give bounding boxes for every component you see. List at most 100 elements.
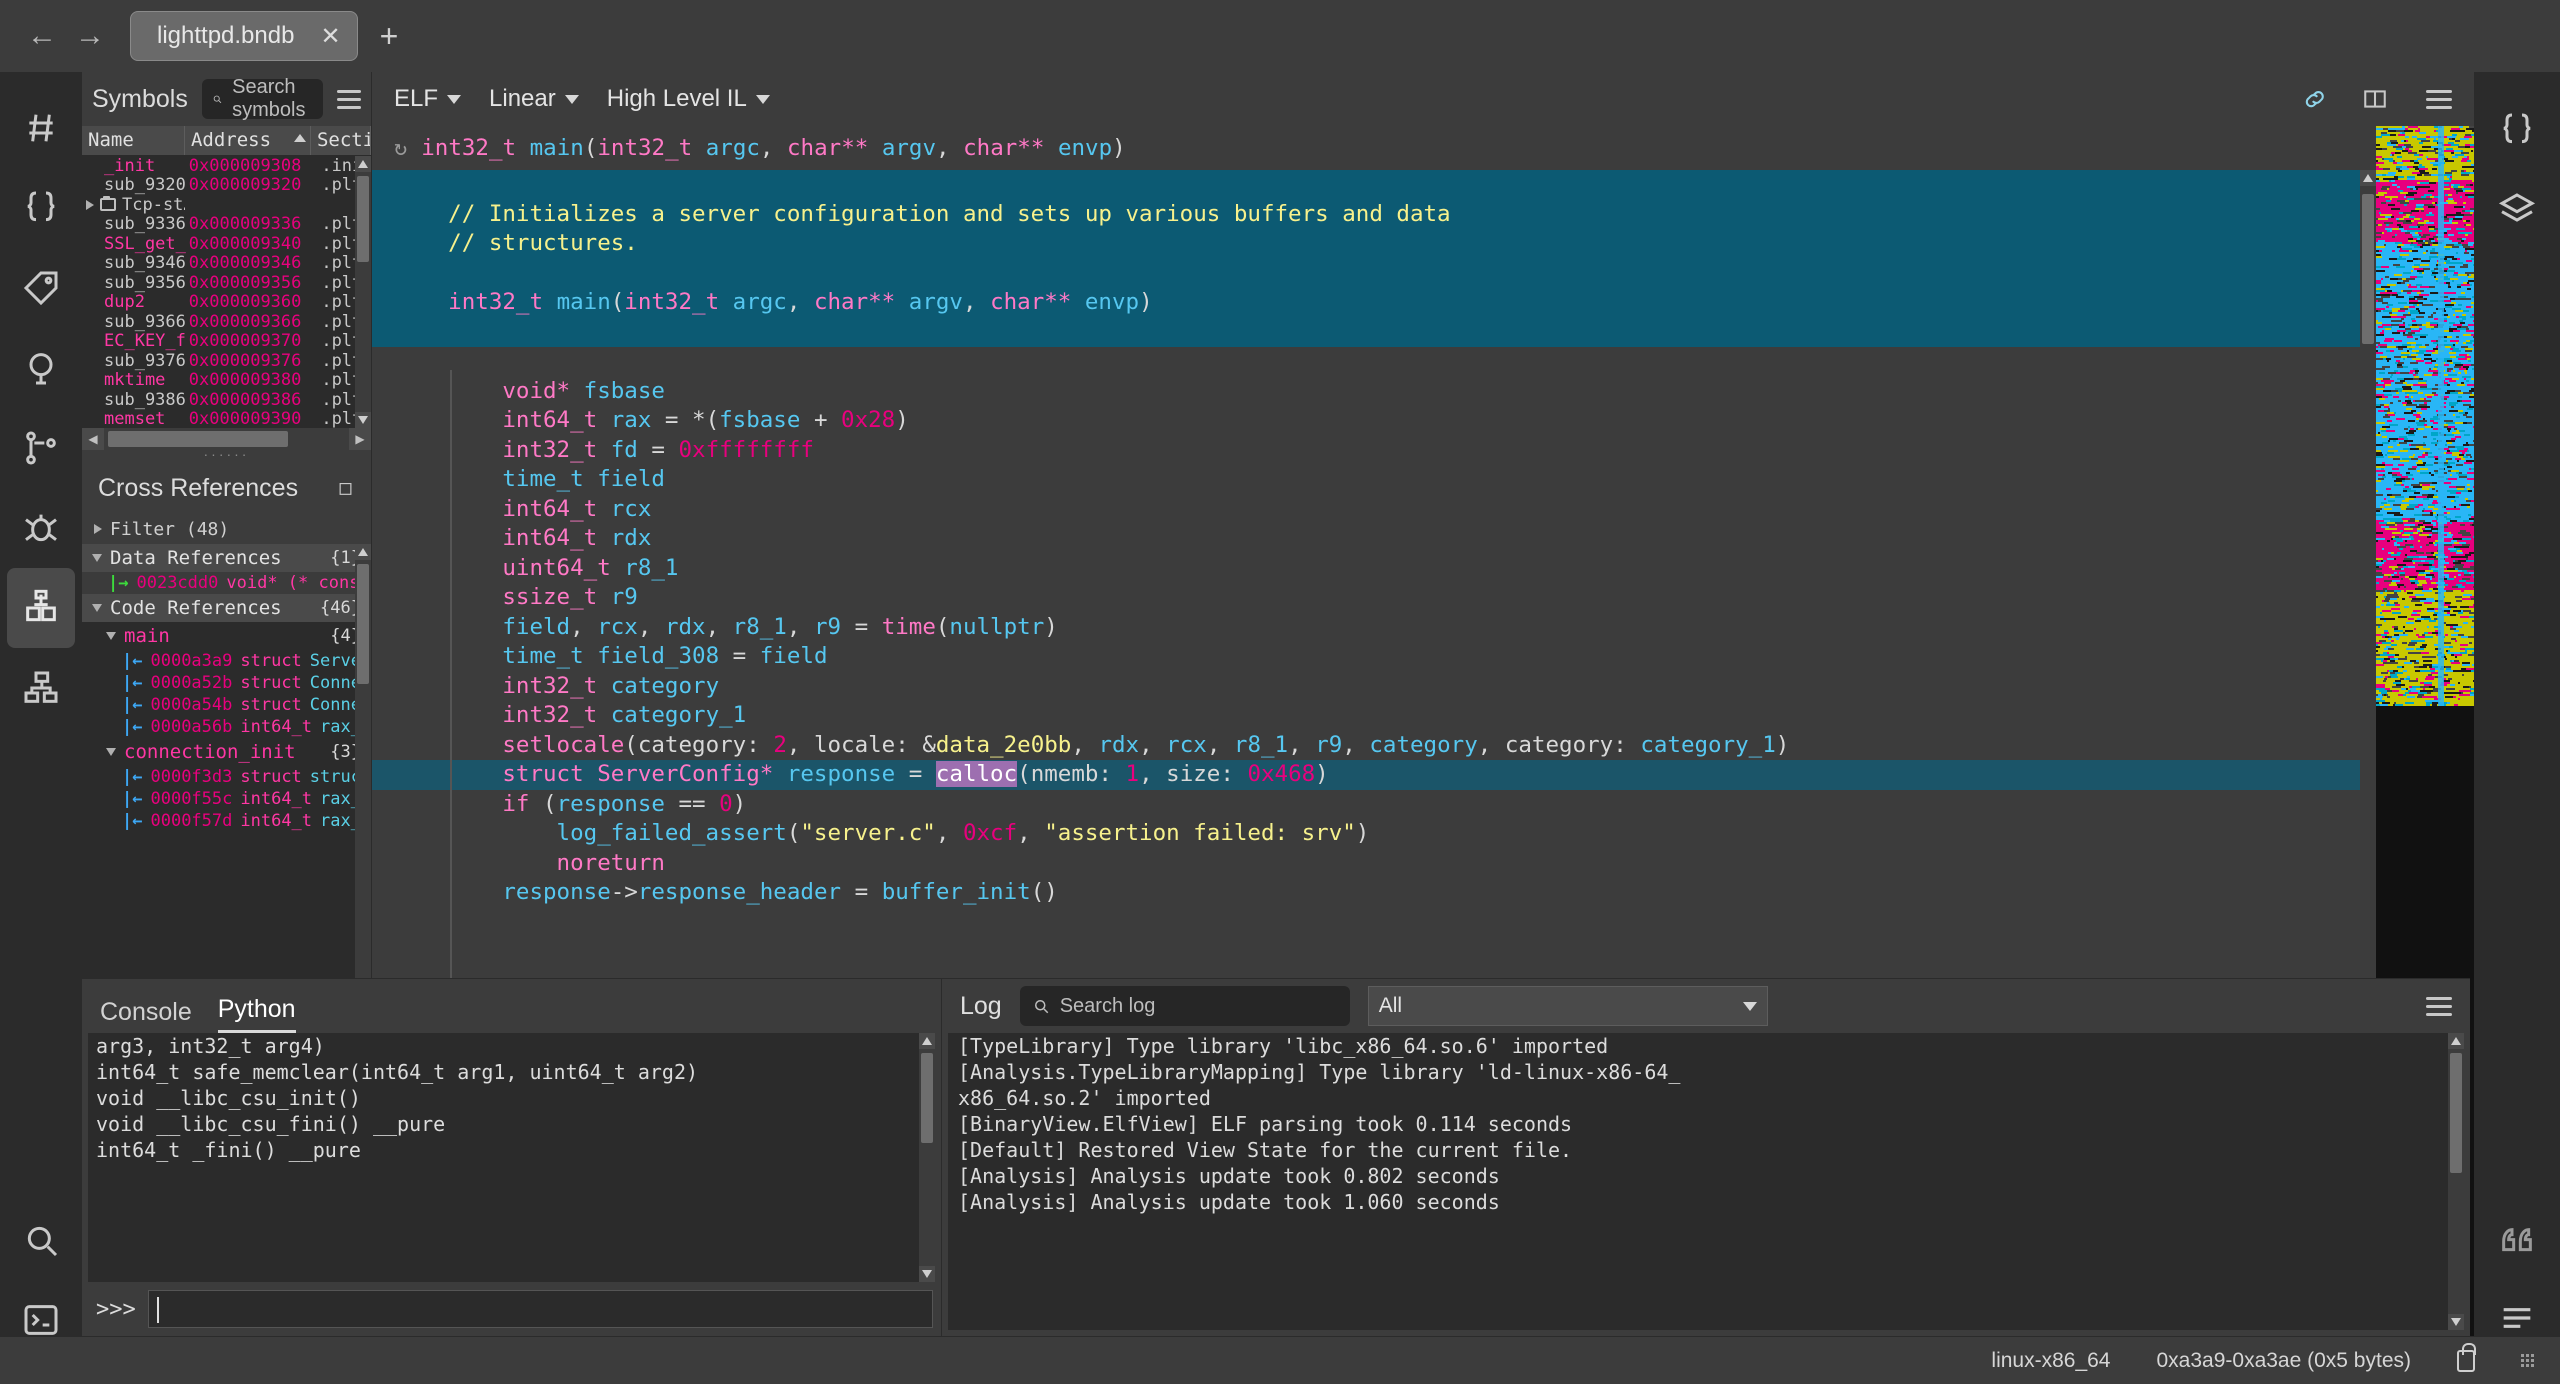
column-header-name[interactable]: Name	[82, 126, 185, 155]
code-line[interactable]: if (response == 0)	[372, 790, 2376, 820]
column-header-address[interactable]: Address	[185, 126, 311, 155]
scroll-down-icon[interactable]	[355, 412, 371, 428]
location-icon[interactable]	[7, 328, 75, 408]
chevron-down-icon[interactable]	[106, 632, 116, 640]
code-menu-icon[interactable]	[2426, 89, 2452, 109]
xref-row[interactable]: |←0000f57dint64_trax_29 = ca	[82, 810, 371, 832]
code-line[interactable]: int64_t rax = *(fsbase + 0x28)	[372, 406, 2376, 436]
table-row[interactable]: sub_9320 0x000009320 .plt	[82, 175, 371, 195]
search-symbols-input[interactable]: Search symbols	[201, 76, 324, 121]
table-row[interactable]: _init 0x000009308 .init	[82, 156, 371, 176]
refresh-icon[interactable]: ↻	[394, 136, 407, 161]
table-row[interactable]: sub_9356 0x000009356 .plt	[82, 273, 371, 293]
xrefs-section-header[interactable]: Data References {1}	[82, 544, 371, 572]
xref-row[interactable]: |←0000f3d3structstruct_7* ra	[82, 766, 371, 788]
table-row[interactable]: sub_9346 0x000009346 .plt	[82, 253, 371, 273]
panel-resize-grip[interactable]: ······	[82, 447, 371, 462]
xref-row[interactable]: |←0000a3a9structServerConfig	[82, 650, 371, 672]
link-icon[interactable]	[2302, 86, 2328, 112]
symbols-menu-icon[interactable]	[337, 89, 361, 109]
xref-row[interactable]: |←0000a54bstructConnection*	[82, 694, 371, 716]
forward-icon[interactable]: →	[66, 12, 114, 60]
scroll-thumb[interactable]	[357, 564, 369, 684]
code-line[interactable]	[372, 317, 2376, 347]
il-level-dropdown[interactable]: High Level IL	[607, 85, 770, 113]
table-row[interactable]: EC_KEY_fr…0x000009370.plt	[82, 331, 371, 351]
scroll-right-icon[interactable]: ▶	[349, 428, 371, 450]
chevron-right-icon[interactable]	[86, 199, 94, 210]
code-line[interactable]: struct ServerConfig* response = calloc(n…	[372, 760, 2376, 790]
table-row[interactable]: sub_9336 0x000009336 .plt	[82, 214, 371, 234]
table-row[interactable]: sub_9376 0x000009376 .plt	[82, 351, 371, 371]
xref-row[interactable]: |←0000a52bstructConnection*	[82, 672, 371, 694]
table-row[interactable]: dup2 0x000009360 .plt	[82, 292, 371, 312]
table-row[interactable]: sub_9386 0x000009386 .plt	[82, 390, 371, 410]
back-icon[interactable]: ←	[18, 12, 66, 60]
xrefs-section-header[interactable]: Code References {46}	[82, 594, 371, 622]
chevron-down-icon[interactable]	[92, 604, 102, 612]
code-line[interactable]: noreturn	[372, 849, 2376, 879]
symbols-table-body[interactable]: _init 0x000009308 .init sub_9320 0x000009320…	[82, 156, 371, 428]
code-line[interactable]: uint64_t r8_1	[372, 554, 2376, 584]
column-header-section[interactable]: Section	[311, 126, 371, 155]
view-format-dropdown[interactable]: ELF	[394, 85, 462, 113]
code-line[interactable]: int64_t rcx	[372, 495, 2376, 525]
table-row[interactable]: mktime 0x000009380 .plt	[82, 370, 371, 390]
table-row[interactable]: SSL_get_s…0x000009340.plt	[82, 234, 371, 254]
code-line[interactable]: int32_t category	[372, 672, 2376, 702]
table-row[interactable]: Tcp-st…	[82, 195, 371, 215]
window-tab[interactable]: lighttpd.bndb ✕	[130, 11, 358, 61]
scroll-up-icon[interactable]	[355, 544, 371, 560]
code-line[interactable]: int32_t main(int32_t argc, char** argv, …	[372, 288, 2376, 318]
chevron-down-icon[interactable]	[106, 748, 116, 756]
table-row[interactable]: sub_9366 0x000009366 .plt	[82, 312, 371, 332]
code-line[interactable]: log_failed_assert("server.c", 0xcf, "ass…	[372, 819, 2376, 849]
code-lines[interactable]: // Initializes a server configuration an…	[372, 170, 2376, 908]
code-line[interactable]: ssize_t r9	[372, 583, 2376, 613]
hash-icon[interactable]	[7, 88, 75, 168]
code-line[interactable]	[372, 258, 2376, 288]
components-icon[interactable]	[7, 568, 75, 648]
new-tab-icon[interactable]: +	[380, 18, 399, 55]
hierarchy-icon[interactable]	[7, 648, 75, 728]
pin-icon[interactable]: ◇	[331, 473, 362, 503]
scroll-thumb[interactable]	[108, 431, 288, 447]
code-line[interactable]: int64_t rdx	[372, 524, 2376, 554]
code-line[interactable]: field, rcx, rdx, r8_1, r9 = time(nullptr…	[372, 613, 2376, 643]
chevron-right-icon[interactable]	[94, 524, 102, 534]
scroll-up-icon[interactable]	[355, 156, 371, 172]
search-icon[interactable]	[7, 1200, 75, 1280]
code-line[interactable]	[372, 347, 2376, 377]
code-line[interactable]: void* fsbase	[372, 377, 2376, 407]
xref-row[interactable]: |→0023cdd0void* (* const callo	[82, 572, 371, 594]
xref-row[interactable]: |←0000f55cint64_trax_27 = ca	[82, 788, 371, 810]
table-row[interactable]: memset 0x000009390 .plt	[82, 409, 371, 428]
code-line[interactable]: // structures.	[372, 229, 2376, 259]
bug-icon[interactable]	[7, 488, 75, 568]
braces-icon[interactable]	[7, 168, 75, 248]
xref-row[interactable]: |←0000a56bint64_trax_25 = ca	[82, 716, 371, 738]
scroll-left-icon[interactable]: ◀	[82, 428, 104, 450]
scroll-up-icon[interactable]	[2360, 170, 2376, 186]
xref-group-header[interactable]: main {4}	[82, 622, 371, 650]
code-line[interactable]: response->response_header = buffer_init(…	[372, 878, 2376, 908]
xrefs-filter[interactable]: Filter (48)	[82, 514, 371, 544]
signature-token: char**	[787, 135, 882, 161]
chevron-down-icon[interactable]	[92, 554, 102, 562]
xref-group-header[interactable]: connection_init {3}	[82, 738, 371, 766]
code-line[interactable]: setlocale(category: 2, locale: &data_2e0…	[372, 731, 2376, 761]
split-pane-icon[interactable]	[2362, 86, 2388, 112]
tag-icon[interactable]	[7, 248, 75, 328]
branch-icon[interactable]	[7, 408, 75, 488]
view-mode-dropdown[interactable]: Linear	[489, 85, 579, 113]
scroll-thumb[interactable]	[357, 176, 369, 262]
code-line[interactable]: // Initializes a server configuration an…	[372, 199, 2376, 229]
close-icon[interactable]: ✕	[320, 22, 340, 51]
scroll-thumb[interactable]	[2362, 194, 2374, 344]
code-line[interactable]: time_t field_308 = field	[372, 642, 2376, 672]
code-line[interactable]: int32_t category_1	[372, 701, 2376, 731]
symbols-vertical-scrollbar[interactable]	[355, 156, 371, 428]
code-line[interactable]: int32_t fd = 0xffffffff	[372, 436, 2376, 466]
code-line[interactable]: time_t field	[372, 465, 2376, 495]
code-line[interactable]	[372, 170, 2376, 200]
